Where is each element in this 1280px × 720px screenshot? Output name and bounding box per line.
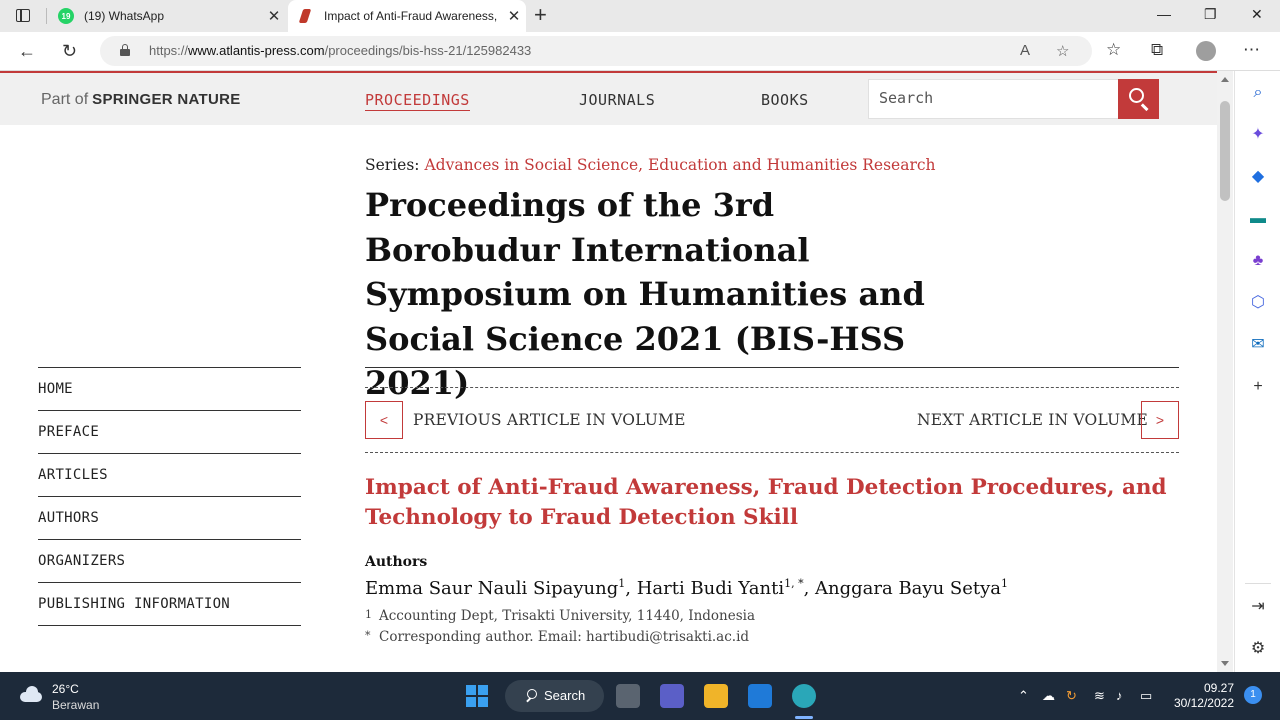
favorites-icon[interactable]: ☆ bbox=[1106, 40, 1121, 60]
author-name: Emma Saur Nauli Sipayung bbox=[365, 578, 619, 599]
file-explorer-icon[interactable] bbox=[704, 684, 728, 708]
onedrive-icon[interactable]: ☁ bbox=[1042, 688, 1055, 704]
authors-heading: Authors bbox=[365, 554, 428, 570]
notification-badge[interactable]: 1 bbox=[1244, 686, 1262, 704]
site-search-button[interactable] bbox=[1118, 79, 1159, 119]
scroll-down-icon[interactable] bbox=[1221, 661, 1229, 666]
active-app-indicator bbox=[795, 716, 813, 719]
nav-publishing-information[interactable]: PUBLISHING INFORMATION bbox=[38, 583, 301, 626]
games-icon[interactable]: ♣ bbox=[1248, 251, 1268, 271]
shopping-tag-icon[interactable]: ◆ bbox=[1248, 167, 1268, 187]
close-tab-icon[interactable]: ✕ bbox=[502, 7, 526, 25]
chevron-up-icon[interactable]: ⌃ bbox=[1018, 688, 1029, 704]
proceedings-nav: HOME PREFACE ARTICLES AUTHORS ORGANIZERS… bbox=[38, 367, 301, 626]
read-aloud-icon[interactable]: A bbox=[1020, 42, 1030, 59]
edge-browser-icon[interactable] bbox=[792, 684, 816, 708]
wifi-icon[interactable]: ≋ bbox=[1094, 688, 1105, 704]
minimize-button[interactable]: — bbox=[1157, 6, 1171, 22]
article-title: Impact of Anti-Fraud Awareness, Fraud De… bbox=[365, 475, 1167, 530]
tab-title: Impact of Anti-Fraud Awareness, bbox=[324, 9, 498, 23]
site-search-input[interactable] bbox=[869, 80, 1109, 116]
weather-temperature[interactable]: 26°C bbox=[52, 682, 79, 696]
authors-list: Emma Saur Nauli Sipayung1, Harti Budi Ya… bbox=[365, 577, 1009, 599]
url-text[interactable]: https://www.atlantis-press.com/proceedin… bbox=[149, 43, 531, 58]
title-divider bbox=[365, 367, 1179, 368]
previous-article-label[interactable]: PREVIOUS ARTICLE IN VOLUME bbox=[413, 411, 686, 429]
add-favorite-icon[interactable]: ☆ bbox=[1056, 42, 1069, 60]
close-tab-icon[interactable]: ✕ bbox=[262, 7, 286, 25]
series-link[interactable]: Advances in Social Science, Education an… bbox=[424, 156, 935, 174]
battery-icon[interactable]: ▭ bbox=[1140, 688, 1152, 704]
restore-button[interactable]: ❐ bbox=[1204, 6, 1217, 23]
mail-icon[interactable] bbox=[748, 684, 772, 708]
dashed-divider bbox=[365, 387, 1179, 388]
url-field[interactable]: https://www.atlantis-press.com/proceedin… bbox=[100, 36, 1092, 66]
nav-organizers[interactable]: ORGANIZERS bbox=[38, 540, 301, 583]
close-window-button[interactable]: ✕ bbox=[1251, 6, 1263, 23]
more-menu-icon[interactable]: ⋯ bbox=[1243, 40, 1260, 60]
page-scrollbar[interactable] bbox=[1217, 71, 1233, 672]
system-clock[interactable]: 09.27 30/12/2022 bbox=[1170, 681, 1234, 711]
address-bar: ← ↻ https://www.atlantis-press.com/proce… bbox=[0, 32, 1280, 71]
new-tab-button[interactable]: + bbox=[534, 4, 547, 26]
menu-books[interactable]: BOOKS bbox=[761, 91, 809, 109]
search-icon bbox=[1129, 88, 1144, 103]
cloud-icon[interactable] bbox=[18, 686, 44, 702]
nav-preface[interactable]: PREFACE bbox=[38, 411, 301, 454]
corresponding-author-note: * Corresponding author. Email: hartibudi@… bbox=[365, 629, 750, 645]
task-view-icon[interactable] bbox=[616, 684, 640, 708]
sparkle-icon[interactable]: ✦ bbox=[1248, 125, 1268, 145]
site-search-box bbox=[868, 79, 1119, 119]
sync-icon[interactable]: ↻ bbox=[1066, 688, 1077, 704]
taskbar-search[interactable]: Search bbox=[505, 680, 604, 712]
springer-nature-logo[interactable]: Part of SPRINGER NATURE bbox=[41, 91, 241, 109]
nav-articles[interactable]: ARTICLES bbox=[38, 454, 301, 497]
back-icon[interactable]: ← bbox=[18, 41, 36, 61]
teams-chat-icon[interactable] bbox=[660, 684, 684, 708]
proceedings-title: Proceedings of the 3rd Borobudur Interna… bbox=[365, 186, 925, 402]
windows-taskbar: 26°C Berawan Search ⌃ ☁ ↻ ≋ ♪ ▭ 09.27 30… bbox=[0, 672, 1280, 720]
menu-journals[interactable]: JOURNALS bbox=[579, 91, 655, 109]
whatsapp-icon: 19 bbox=[58, 8, 74, 24]
scroll-up-icon[interactable] bbox=[1221, 77, 1229, 82]
tab-atlantis-press[interactable]: Impact of Anti-Fraud Awareness, ✕ bbox=[288, 0, 526, 32]
atlantis-press-icon bbox=[298, 8, 314, 24]
edge-sidebar: ⌕ ✦ ◆ ▬ ♣ ⬡ ✉ + ⇥ ⚙ bbox=[1234, 71, 1280, 672]
outlook-icon[interactable]: ✉ bbox=[1248, 335, 1268, 355]
tab-title: (19) WhatsApp bbox=[84, 9, 165, 23]
series-line: Series: Advances in Social Science, Educ… bbox=[365, 156, 936, 174]
web-page: Part of SPRINGER NATURE PROCEEDINGS JOURN… bbox=[0, 71, 1217, 672]
chevron-left-icon[interactable]: < bbox=[365, 401, 403, 439]
volume-icon[interactable]: ♪ bbox=[1116, 688, 1123, 703]
dashed-divider bbox=[365, 452, 1179, 453]
search-icon[interactable]: ⌕ bbox=[1248, 83, 1268, 103]
profile-avatar[interactable] bbox=[1196, 41, 1216, 61]
author-name: Anggara Bayu Setya bbox=[815, 578, 1002, 599]
weather-condition[interactable]: Berawan bbox=[52, 698, 99, 712]
menu-proceedings[interactable]: PROCEEDINGS bbox=[365, 91, 470, 111]
start-button[interactable] bbox=[466, 685, 488, 707]
tab-actions-icon[interactable] bbox=[12, 6, 36, 26]
lock-icon[interactable] bbox=[120, 44, 130, 56]
settings-icon[interactable]: ⚙ bbox=[1248, 639, 1268, 659]
office-icon[interactable]: ⬡ bbox=[1248, 293, 1268, 313]
tab-divider bbox=[46, 8, 47, 24]
collections-icon[interactable]: ⧉ bbox=[1151, 40, 1163, 60]
refresh-icon[interactable]: ↻ bbox=[62, 41, 77, 61]
chevron-right-icon[interactable]: > bbox=[1141, 401, 1179, 439]
tab-bar: 19 (19) WhatsApp ✕ Impact of Anti-Fraud … bbox=[0, 0, 1280, 32]
tools-icon[interactable]: ▬ bbox=[1248, 209, 1268, 229]
nav-home[interactable]: HOME bbox=[38, 368, 301, 411]
add-icon[interactable]: + bbox=[1248, 377, 1268, 397]
tab-whatsapp[interactable]: 19 (19) WhatsApp ✕ bbox=[48, 0, 286, 32]
scroll-thumb[interactable] bbox=[1220, 101, 1230, 201]
nav-authors[interactable]: AUTHORS bbox=[38, 497, 301, 540]
site-header: Part of SPRINGER NATURE PROCEEDINGS JOURN… bbox=[0, 71, 1217, 125]
affiliation: 1 Accounting Dept, Trisakti University, 1… bbox=[365, 608, 756, 624]
hide-sidebar-icon[interactable]: ⇥ bbox=[1248, 597, 1268, 617]
author-name: Harti Budi Yanti bbox=[636, 578, 785, 599]
next-article-label[interactable]: NEXT ARTICLE IN VOLUME bbox=[917, 411, 1148, 429]
